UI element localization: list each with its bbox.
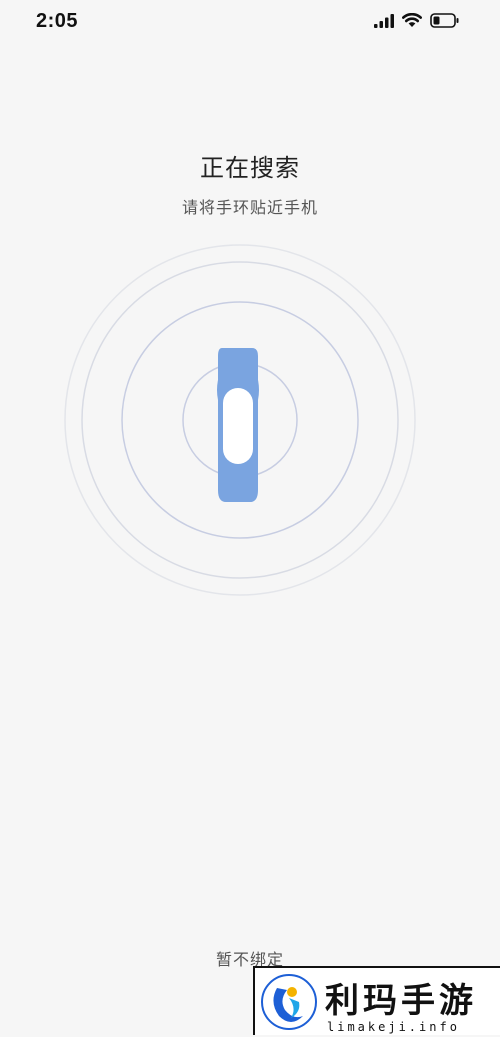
svg-text:利玛手游: 利玛手游 (325, 981, 477, 1021)
watermark-logo-icon: 利玛手游 limakeji.info (261, 974, 477, 1034)
svg-text:limakeji.info: limakeji.info (327, 1020, 460, 1034)
search-radar-rings (64, 244, 416, 596)
page-title: 正在搜索 (200, 155, 300, 182)
watermark-logo: 利玛手游 limakeji.info (253, 966, 500, 1035)
status-bar: 2:05 (0, 0, 500, 48)
wifi-icon (402, 12, 422, 33)
cellular-signal-icon (374, 13, 394, 33)
fitness-band-icon (217, 348, 259, 502)
battery-icon (430, 13, 460, 33)
status-time: 2:05 (36, 10, 79, 32)
page-subtitle: 请将手环贴近手机 (181, 200, 318, 217)
search-radar (60, 240, 420, 600)
status-icons (374, 12, 460, 33)
